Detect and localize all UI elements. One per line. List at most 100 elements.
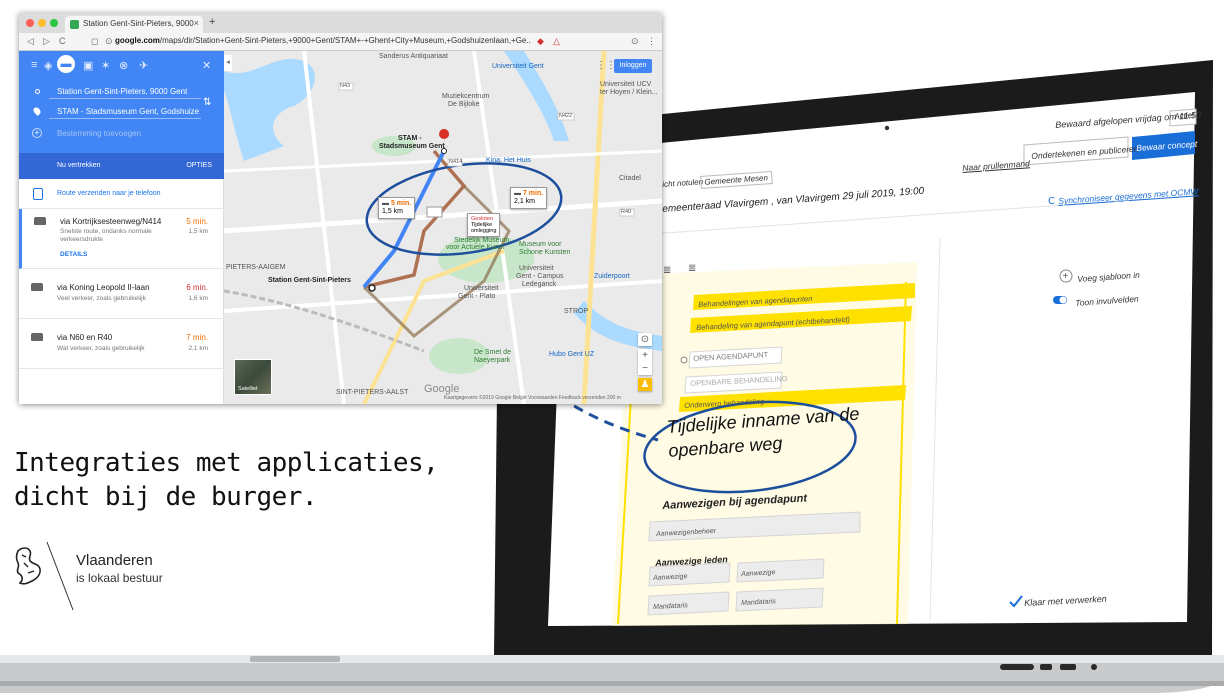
route-option-3[interactable]: via N60 en R40 7 min. Wat verkeer, zoals…: [19, 319, 224, 369]
walk-mode-icon[interactable]: ✶: [101, 59, 110, 72]
satellite-toggle[interactable]: Satelliet: [234, 359, 272, 395]
route-time: 6 min.: [186, 283, 208, 292]
map-label-smak: Stedelijk Museum: [454, 237, 510, 244]
headline-line-2: dicht bij de burger.: [14, 482, 318, 512]
options-button[interactable]: OPTIES: [186, 162, 212, 169]
map-label-ledeganck: Ledeganck: [522, 281, 557, 288]
menu-icon[interactable]: ⋮: [647, 36, 656, 47]
map-label-campus2: Gent - Campus: [516, 273, 564, 280]
headline: Integraties met applicaties, dicht bij d…: [14, 446, 439, 514]
zoom-out-button[interactable]: −: [638, 362, 652, 375]
flight-mode-icon[interactable]: ✈: [139, 59, 148, 72]
close-icon[interactable]: ×: [194, 18, 199, 28]
maximize-window-dot[interactable]: [50, 19, 58, 27]
lock-icon: ⊙: [105, 36, 113, 46]
url-field[interactable]: google.com/maps/dir/Station+Gent-Sint-Pi…: [115, 36, 531, 45]
bike-mode-icon[interactable]: ⊗: [119, 59, 128, 72]
apps-grid-icon[interactable]: ⋮⋮: [596, 60, 616, 71]
map-footer: Kaartgegevens ©2019 Google België Voorwa…: [444, 395, 621, 401]
send-to-phone-row[interactable]: Route verzenden naar je telefoon: [19, 179, 224, 209]
add-destination-icon[interactable]: +: [32, 128, 42, 138]
best-route-icon[interactable]: ◈: [44, 59, 52, 72]
car-icon: ▬: [382, 200, 391, 207]
map-label-universiteit: Universiteit Gent: [492, 63, 544, 70]
eta-main-time: 5 min.: [390, 200, 412, 207]
street-view-pegman-icon[interactable]: ♟: [638, 378, 652, 391]
zoom-in-button[interactable]: +: [638, 349, 652, 362]
car-icon: ▬: [514, 190, 523, 197]
close-icon[interactable]: ✕: [202, 59, 211, 72]
map-label-ugent-site: Universiteit: [464, 285, 499, 292]
origin-input[interactable]: Station Gent-Sint-Pieters, 9000 Gent: [57, 87, 187, 96]
account-icon[interactable]: ⊙: [631, 36, 639, 47]
google-logo: Google: [424, 383, 460, 395]
align-right-icon: ≣: [688, 263, 696, 274]
car-icon: [31, 333, 43, 341]
add-destination-input[interactable]: Bestemming toevoegen: [57, 129, 141, 138]
map-label-ugent-site2: Gent - Plato: [458, 293, 496, 300]
map-label-stam2: Stadsmuseum Gent: [379, 143, 445, 150]
menu-icon[interactable]: ≡: [31, 59, 37, 71]
river: [224, 58, 315, 161]
route-option-1[interactable]: via Kortrijksesteenweg/N414 5 min. Snels…: [19, 209, 224, 269]
laptop-port: [1040, 664, 1052, 670]
closure-box[interactable]: Gesloten Tijdelijke omlegging: [467, 213, 501, 237]
map-label-smet2: Naeyerpark: [474, 357, 511, 364]
extension-icon[interactable]: ◆: [537, 36, 544, 47]
eta-alt-time: 7 min.: [522, 190, 544, 197]
bookmark-icon[interactable]: ◻: [91, 36, 98, 47]
map-graphics: [224, 51, 662, 404]
svg-text:+: +: [1063, 271, 1069, 282]
transit-mode-icon[interactable]: ▣: [83, 59, 93, 72]
route-name: via Kortrijksesteenweg/N414: [60, 217, 162, 226]
close-window-dot[interactable]: [26, 19, 34, 27]
map-label-r40: R40: [621, 209, 632, 215]
map-label-n414: N414: [449, 159, 463, 165]
browser-tab[interactable]: Station Gent-Sint-Pieters, 9000 ×: [65, 16, 203, 33]
route-details-link[interactable]: DETAILS: [60, 251, 87, 258]
my-location-icon[interactable]: ⊙: [638, 333, 652, 346]
eta-box-main[interactable]: ▬ 5 min. 1,5 km: [378, 197, 416, 219]
logo-name: Vlaanderen: [76, 552, 153, 569]
map-label-museum: Muziekcentrum: [442, 93, 490, 100]
login-button[interactable]: Inloggen: [614, 59, 652, 73]
map-canvas[interactable]: Sanderus Antiquariaat Universiteit Gent …: [224, 51, 662, 404]
align-left-icon: ≣: [663, 265, 671, 276]
map-label-hoyen2: ter Hoyen / Klein...: [600, 89, 658, 96]
eta-main-dist: 1,5 km: [382, 208, 404, 215]
back-icon[interactable]: ◁: [27, 36, 34, 47]
map-label-stam: STAM -: [398, 135, 422, 142]
eta-box-alt[interactable]: ▬ 7 min. 2,1 km: [510, 187, 548, 209]
new-tab-icon[interactable]: +: [209, 16, 215, 28]
destination-input[interactable]: STAM - Stadsmuseum Gent, Godshuize: [57, 107, 199, 116]
map-label-aalst: SINT-PIETERS-AALST: [336, 389, 409, 396]
park: [429, 338, 489, 374]
depart-now-select[interactable]: Nu vertrekken: [57, 162, 101, 169]
route-distance: 1,6 km: [188, 295, 208, 302]
map-label-smak2: voor Actuele Kunst: [446, 244, 505, 251]
map-label-aaigem: PIETERS-AAIGEM: [226, 264, 286, 271]
headline-line-1: Integraties met applicaties,: [14, 448, 439, 478]
car-icon: [34, 217, 46, 225]
map-label-station: Station Gent-Sint-Pieters: [268, 277, 351, 284]
maps-favicon-icon: [70, 20, 79, 29]
route-option-2[interactable]: via Koning Leopold II-laan 6 min. Veel v…: [19, 269, 224, 319]
swap-icon[interactable]: ⇅: [203, 97, 211, 108]
forward-icon[interactable]: ▷: [43, 36, 50, 47]
route-desc: Snelste route, ondanks normale verkeersd…: [60, 228, 152, 243]
tab-strip: Station Gent-Sint-Pieters, 9000 × +: [19, 13, 662, 33]
map-label-campus: Universiteit: [519, 265, 554, 272]
route-name: via Koning Leopold II-laan: [57, 283, 150, 292]
minimize-window-dot[interactable]: [38, 19, 46, 27]
warning-icon[interactable]: △: [553, 36, 560, 47]
route-desc: Veel verkeer, zoals gebruikelijk: [57, 295, 146, 302]
collapse-panel-icon[interactable]: ◂: [224, 55, 232, 71]
directions-header: ≡ ◈ ▬ ▣ ✶ ⊗ ✈ ✕ Station Gent-Sint-Pieter…: [19, 51, 224, 179]
route-name: via N60 en R40: [57, 333, 113, 342]
send-to-phone-link[interactable]: Route verzenden naar je telefoon: [57, 190, 161, 197]
reload-icon[interactable]: C: [59, 36, 66, 46]
map-label-strop: STROP: [564, 308, 589, 315]
car-mode-icon[interactable]: ▬: [57, 55, 75, 73]
map-label-kina: Kina: Het Huis: [486, 157, 531, 164]
route-distance: 2,1 km: [188, 345, 208, 352]
